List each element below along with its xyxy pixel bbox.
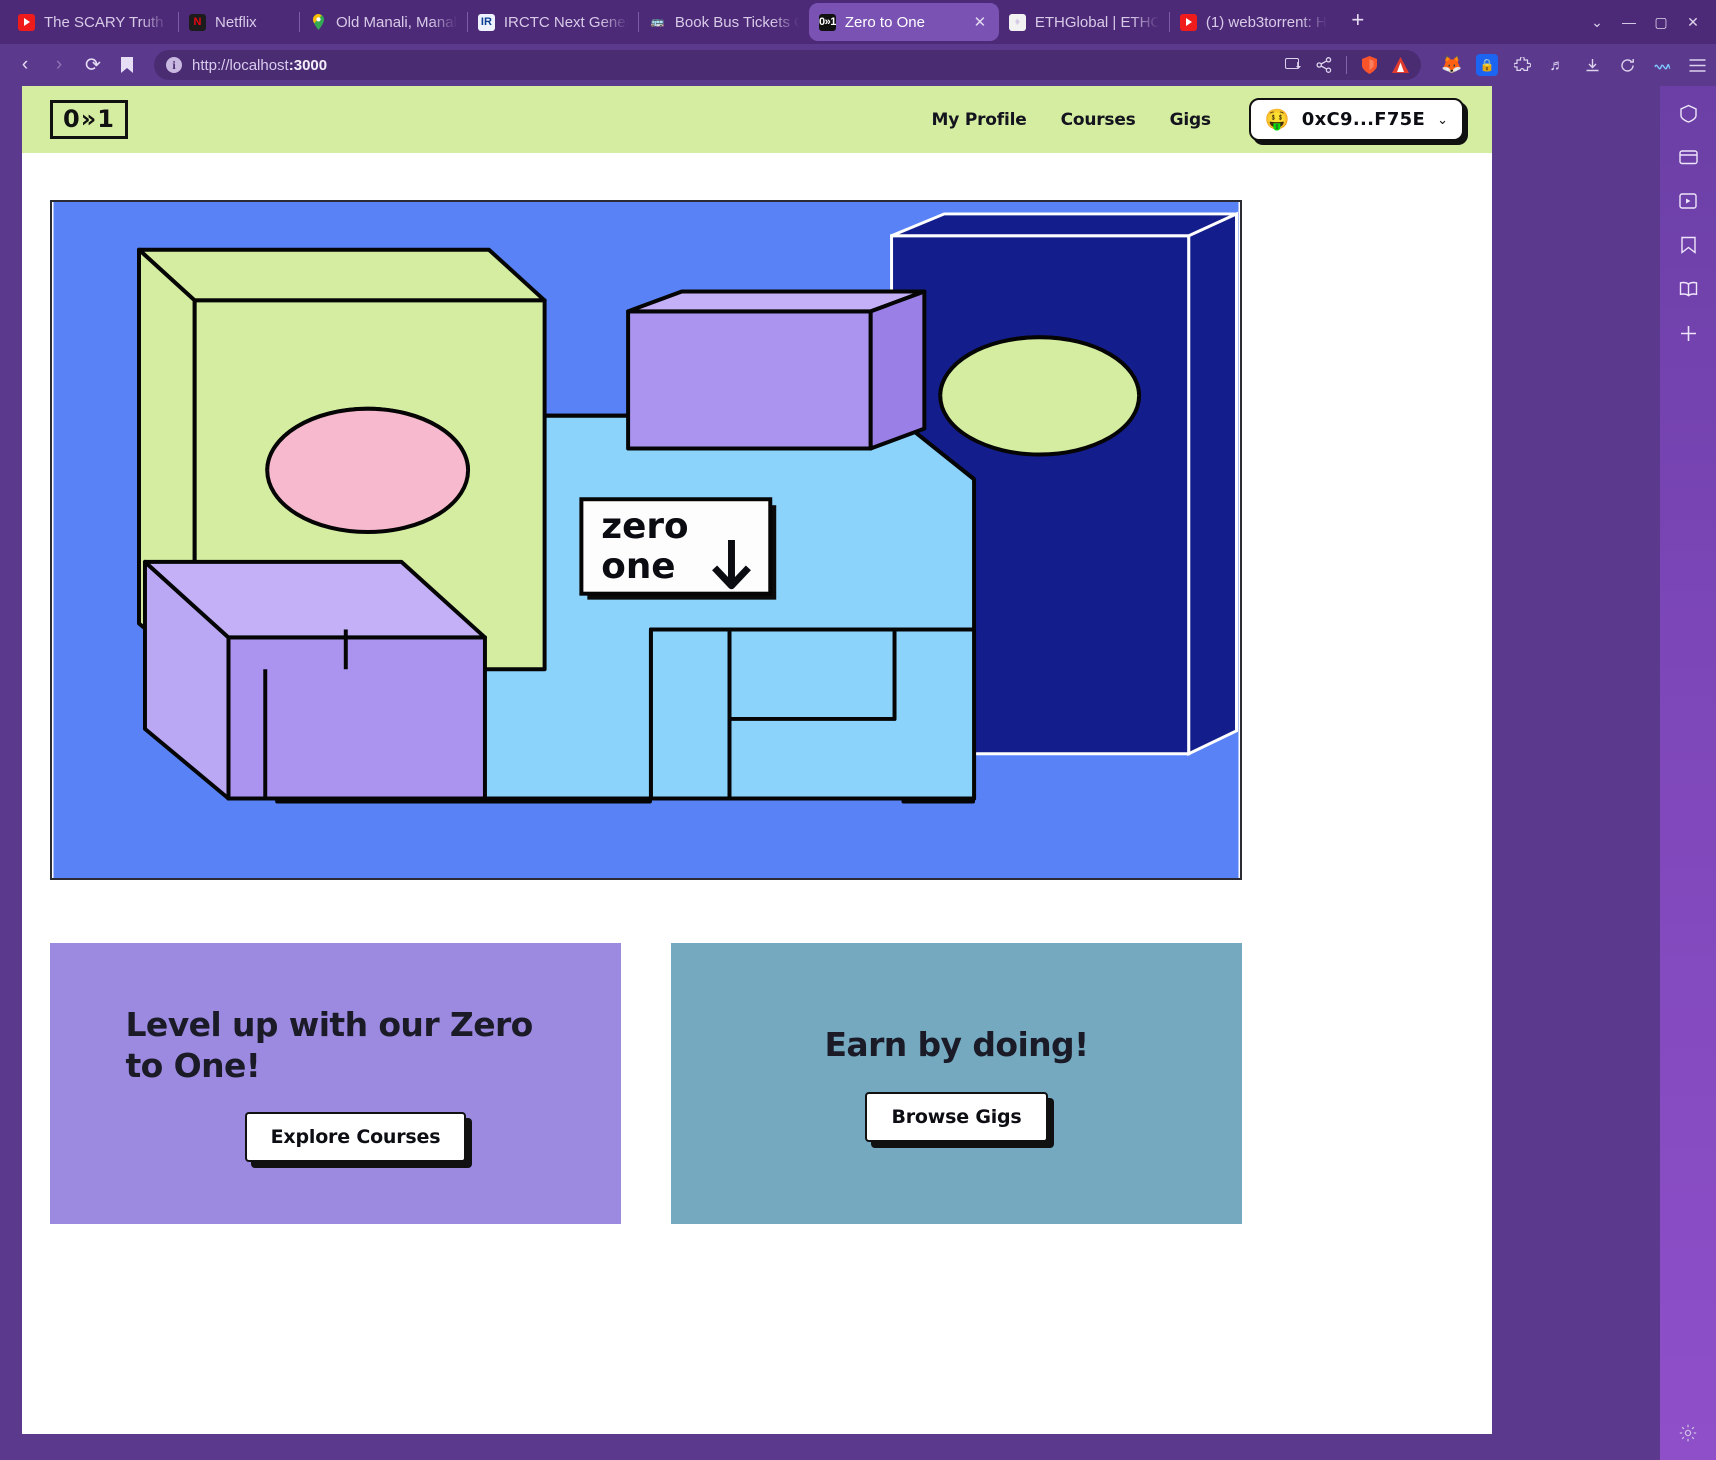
wallet-avatar-icon: 🤑	[1264, 108, 1290, 131]
browse-gigs-button[interactable]: Browse Gigs	[865, 1091, 1048, 1142]
brave-shields-icon[interactable]	[1361, 56, 1378, 74]
logo-text: 0»1	[63, 105, 115, 133]
explore-courses-button[interactable]: Explore Courses	[244, 1111, 467, 1162]
web-page: 0»1 My Profile Courses Gigs 🤑 0xC9...F75…	[22, 86, 1492, 1434]
youtube-icon	[1179, 13, 1197, 31]
url-text: http://localhost:3000	[192, 57, 327, 74]
site-info-icon[interactable]: i	[166, 57, 182, 73]
reading-list-icon[interactable]	[1675, 276, 1701, 302]
google-maps-icon	[310, 14, 327, 31]
irctc-icon: IR	[477, 13, 495, 31]
browser-tab[interactable]: (1) web3torrent: H	[1170, 4, 1337, 40]
bookmarks-icon[interactable]	[1675, 232, 1701, 258]
browser-window: The SCARY Truth A N Netflix Old Manali, …	[0, 0, 1716, 1460]
omnibox-actions	[1285, 56, 1409, 74]
browser-tab[interactable]: N Netflix	[179, 4, 299, 40]
browser-tab[interactable]: Old Manali, Manal	[300, 4, 467, 40]
card-courses-inner: Level up with our Zero to One! Explore C…	[126, 1005, 546, 1162]
extensions-puzzle-icon[interactable]	[1511, 54, 1533, 76]
brave-rewards-icon[interactable]	[1392, 57, 1409, 73]
tab-title: Netflix	[215, 13, 257, 31]
window-controls: ⌄ — ▢ ✕	[1576, 8, 1716, 44]
ethglobal-icon: ♦	[1008, 13, 1026, 31]
chevron-down-icon: ⌄	[1437, 111, 1448, 127]
tab-title: (1) web3torrent: H	[1205, 13, 1327, 31]
sync-icon[interactable]	[1616, 54, 1638, 76]
brave-leo-icon[interactable]	[1675, 100, 1701, 126]
address-bar[interactable]: i http://localhost:3000	[154, 50, 1421, 80]
hero-sign: zero one	[579, 497, 777, 600]
sign-line-2: one	[601, 546, 675, 587]
card-courses-title: Level up with our Zero to One!	[125, 1005, 534, 1085]
forward-button[interactable]: ›	[42, 48, 76, 82]
card-gigs: Earn by doing! Browse Gigs	[671, 943, 1242, 1224]
metamask-icon[interactable]: 🦊	[1441, 54, 1463, 76]
tab-title: Old Manali, Manal	[336, 13, 457, 31]
wallet-icon[interactable]	[1675, 144, 1701, 170]
tab-title: The SCARY Truth A	[44, 13, 168, 31]
share-icon[interactable]	[1316, 57, 1332, 73]
url-host: http://localhost	[192, 56, 289, 74]
download-icon[interactable]	[1581, 54, 1603, 76]
cta-cards: Level up with our Zero to One! Explore C…	[22, 880, 1492, 1224]
netflix-icon: N	[189, 13, 206, 31]
tab-title: Book Bus Tickets O	[674, 13, 799, 31]
menu-icon[interactable]	[1686, 54, 1708, 76]
maximize-button[interactable]: ▢	[1646, 8, 1676, 36]
hero-section: zero one	[22, 153, 1492, 880]
password-manager-icon[interactable]: 🔒	[1476, 54, 1498, 76]
hero-illustration: zero one	[50, 200, 1242, 880]
back-button[interactable]: ‹	[8, 48, 42, 82]
close-icon[interactable]: ✕	[971, 13, 989, 31]
browser-tab[interactable]: ♦ ETHGlobal | ETHO	[999, 4, 1169, 40]
url-port: :3000	[288, 56, 328, 74]
browser-tab-active[interactable]: 0»1 Zero to One ✕	[808, 3, 999, 41]
browser-tab[interactable]: The SCARY Truth A	[8, 4, 178, 40]
zero-to-one-icon: 0»1	[818, 13, 836, 31]
bookmark-icon[interactable]	[110, 48, 144, 82]
tab-strip: The SCARY Truth A N Netflix Old Manali, …	[0, 0, 1576, 44]
site-logo[interactable]: 0»1	[50, 100, 128, 139]
browser-toolbar: ‹ › ⟳ i http://localhost:3000 🦊 🔒 ♬	[0, 44, 1716, 86]
settings-icon[interactable]	[1675, 1420, 1701, 1446]
close-window-button[interactable]: ✕	[1678, 8, 1708, 36]
card-gigs-inner: Earn by doing! Browse Gigs	[824, 1025, 1089, 1142]
bus-icon: 🚌	[650, 15, 665, 28]
tab-title: Zero to One	[844, 13, 925, 31]
music-icon[interactable]: ♬	[1546, 54, 1568, 76]
wallet-address: 0xC9...F75E	[1301, 109, 1426, 130]
tab-title: ETHGlobal | ETHO	[1034, 13, 1159, 31]
cast-icon[interactable]	[1285, 57, 1302, 73]
sign-line-1: zero	[601, 506, 688, 547]
nav-item-my-profile[interactable]: My Profile	[932, 110, 1027, 130]
browser-side-panel	[1660, 86, 1716, 1460]
nav-item-gigs[interactable]: Gigs	[1170, 110, 1211, 130]
tab-title: IRCTC Next Gener	[503, 13, 628, 31]
chevron-down-icon[interactable]: ⌄	[1582, 8, 1612, 36]
wave-icon[interactable]	[1651, 54, 1673, 76]
reload-button[interactable]: ⟳	[76, 48, 110, 82]
add-panel-icon[interactable]	[1675, 320, 1701, 346]
browser-titlebar: The SCARY Truth A N Netflix Old Manali, …	[0, 0, 1716, 44]
main-navigation: My Profile Courses Gigs 🤑 0xC9...F75E ⌄	[932, 98, 1492, 141]
minimize-button[interactable]: —	[1614, 8, 1644, 36]
new-tab-button[interactable]: +	[1343, 5, 1373, 35]
settings-icon-wrap	[1660, 1420, 1716, 1446]
playlist-icon[interactable]	[1675, 188, 1701, 214]
youtube-icon	[18, 13, 35, 31]
browser-tab[interactable]: 🚌 Book Bus Tickets O	[639, 4, 809, 40]
wallet-button[interactable]: 🤑 0xC9...F75E ⌄	[1248, 98, 1464, 141]
card-courses: Level up with our Zero to One! Explore C…	[50, 943, 621, 1224]
divider	[1346, 56, 1347, 74]
browser-tab[interactable]: IR IRCTC Next Gener	[468, 4, 638, 40]
nav-item-courses[interactable]: Courses	[1061, 110, 1136, 130]
extension-toolbar: 🦊 🔒 ♬	[1431, 54, 1708, 76]
card-gigs-title: Earn by doing!	[824, 1025, 1089, 1065]
site-header: 0»1 My Profile Courses Gigs 🤑 0xC9...F75…	[22, 86, 1492, 153]
